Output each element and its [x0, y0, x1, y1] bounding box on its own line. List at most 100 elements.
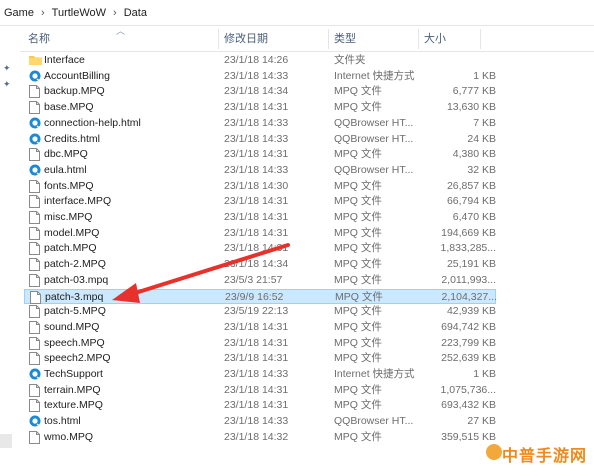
file-row[interactable]: connection-help.html 23/1/18 14:33 QQBrows…	[24, 116, 496, 131]
breadcrumb-item[interactable]: TurtleWoW	[52, 7, 106, 19]
file-modified-date: 23/1/18 14:31	[224, 101, 289, 114]
file-name: patch.MPQ	[44, 242, 97, 255]
file-icon	[29, 179, 41, 193]
file-modified-date: 23/1/18 14:31	[224, 226, 289, 239]
file-name: misc.MPQ	[44, 211, 93, 223]
column-type-header[interactable]: 类型	[334, 27, 356, 51]
file-name: speech2.MPQ	[44, 352, 111, 365]
column-name-header[interactable]: 名称	[28, 27, 50, 51]
file-name: connection-help.html	[44, 116, 141, 129]
file-size: 32 KB	[467, 163, 496, 176]
file-size: 13,630 KB	[446, 101, 496, 114]
file-name: TechSupport	[44, 368, 103, 380]
file-modified-date: 23/1/18 14:34	[224, 258, 289, 271]
column-divider[interactable]	[218, 29, 219, 49]
file-type: MPQ 文件	[334, 352, 382, 365]
file-size: 694,742 KB	[441, 320, 496, 333]
file-name: speech.MPQ	[44, 336, 105, 349]
file-type: MPQ 文件	[334, 336, 382, 349]
file-name: dbc.MPQ	[44, 148, 88, 161]
file-row[interactable]: patch-03.mpq 23/5/3 21:57 MPQ 文件 2,011,993.…	[24, 273, 496, 288]
file-icon	[29, 85, 41, 99]
breadcrumb-separator-icon[interactable]: ›	[41, 7, 45, 19]
browser-icon	[29, 117, 41, 130]
file-icon	[29, 242, 41, 256]
file-modified-date: 23/5/3 21:57	[224, 273, 283, 286]
file-size: 4,380 KB	[452, 148, 496, 161]
file-type: MPQ 文件	[334, 273, 382, 286]
internet-shortcut-icon	[29, 70, 41, 83]
file-row[interactable]: patch-2.MPQ 23/1/18 14:34 MPQ 文件 25,191 KB	[24, 257, 496, 272]
navigation-pane: ✦ ✦	[0, 27, 20, 476]
column-divider[interactable]	[418, 29, 419, 49]
file-row[interactable]: base.MPQ 23/1/18 14:31 MPQ 文件 13,630 KB	[24, 100, 496, 115]
file-row[interactable]: tos.html 23/1/18 14:33 QQBrowser HT... 27 K…	[24, 414, 496, 429]
file-row[interactable]: eula.html 23/1/18 14:33 QQBrowser HT... 32 …	[24, 163, 496, 178]
file-row[interactable]: wmo.MPQ 23/1/18 14:32 MPQ 文件 359,515 KB	[24, 430, 496, 445]
file-size: 6,470 KB	[452, 211, 496, 223]
column-date-header[interactable]: 修改日期	[224, 27, 268, 51]
file-modified-date: 23/1/18 14:31	[224, 242, 289, 255]
file-name: AccountBilling	[44, 69, 110, 82]
watermark-logo-icon	[486, 444, 502, 460]
breadcrumb-separator-icon[interactable]: ›	[113, 7, 117, 19]
file-name: patch-5.MPQ	[44, 305, 106, 318]
file-modified-date: 23/1/18 14:30	[224, 179, 289, 192]
file-row[interactable]: patch-5.MPQ 23/5/19 22:13 MPQ 文件 42,939 KB	[24, 304, 496, 319]
scrollbar-stub[interactable]	[0, 434, 12, 448]
file-row[interactable]: patch-3.mpq 23/9/9 16:52 MPQ 文件 2,104,327..…	[24, 288, 497, 304]
file-size: 27 KB	[467, 415, 496, 428]
file-icon	[29, 273, 41, 287]
file-row[interactable]: patch.MPQ 23/1/18 14:31 MPQ 文件 1,833,285...	[24, 241, 496, 256]
file-row[interactable]: texture.MPQ 23/1/18 14:31 MPQ 文件 693,432 KB	[24, 398, 496, 413]
file-modified-date: 23/1/18 14:31	[224, 399, 289, 412]
file-name: texture.MPQ	[44, 399, 103, 412]
file-type: QQBrowser HT...	[334, 163, 414, 176]
file-row[interactable]: speech.MPQ 23/1/18 14:31 MPQ 文件 223,799 KB	[24, 336, 496, 351]
file-name: patch-3.mpq	[45, 290, 104, 303]
file-row[interactable]: Credits.html 23/1/18 14:33 QQBrowser HT...…	[24, 132, 496, 147]
file-row[interactable]: Interface 23/1/18 14:26 文件夹	[24, 53, 496, 68]
file-row[interactable]: terrain.MPQ 23/1/18 14:31 MPQ 文件 1,075,736.…	[24, 383, 496, 398]
file-icon	[29, 399, 41, 413]
file-name: interface.MPQ	[44, 195, 112, 208]
file-modified-date: 23/9/9 16:52	[225, 290, 284, 303]
file-type: MPQ 文件	[334, 179, 382, 192]
file-row[interactable]: backup.MPQ 23/1/18 14:34 MPQ 文件 6,777 KB	[24, 84, 496, 99]
file-row[interactable]: dbc.MPQ 23/1/18 14:31 MPQ 文件 4,380 KB	[24, 147, 496, 162]
file-row[interactable]: model.MPQ 23/1/18 14:31 MPQ 文件 194,669 KB	[24, 226, 496, 241]
pin-icon[interactable]: ✦	[3, 79, 13, 89]
file-type: MPQ 文件	[334, 195, 382, 208]
file-modified-date: 23/1/18 14:33	[224, 163, 289, 176]
file-type: MPQ 文件	[334, 305, 382, 318]
file-type: MPQ 文件	[334, 430, 382, 443]
file-icon	[29, 336, 41, 350]
column-divider[interactable]	[328, 29, 329, 49]
file-size: 7 KB	[473, 116, 496, 129]
file-type: MPQ 文件	[334, 226, 382, 239]
file-row[interactable]: AccountBilling 23/1/18 14:33 Internet 快捷方式…	[24, 69, 496, 84]
file-modified-date: 23/1/18 14:31	[224, 211, 289, 223]
file-type: Internet 快捷方式	[334, 368, 415, 380]
file-size: 24 KB	[467, 132, 496, 145]
file-icon	[29, 101, 41, 115]
breadcrumb-item[interactable]: Data	[124, 7, 147, 19]
file-row[interactable]: fonts.MPQ 23/1/18 14:30 MPQ 文件 26,857 KB	[24, 179, 496, 194]
column-size-header[interactable]: 大小	[424, 27, 446, 51]
file-size: 1,833,285...	[440, 242, 496, 255]
file-row[interactable]: speech2.MPQ 23/1/18 14:31 MPQ 文件 252,639 KB	[24, 351, 496, 366]
file-row[interactable]: misc.MPQ 23/1/18 14:31 MPQ 文件 6,470 KB	[24, 210, 496, 225]
browser-icon	[29, 164, 41, 177]
column-divider[interactable]	[480, 29, 481, 49]
file-type: MPQ 文件	[334, 85, 382, 98]
file-row[interactable]: TechSupport 23/1/18 14:33 Internet 快捷方式 1 K…	[24, 367, 496, 382]
pin-icon[interactable]: ✦	[3, 63, 13, 73]
breadcrumb-item[interactable]: Game	[4, 7, 34, 19]
file-icon	[29, 305, 41, 319]
file-type: MPQ 文件	[334, 242, 382, 255]
file-size: 693,432 KB	[441, 399, 496, 412]
file-row[interactable]: interface.MPQ 23/1/18 14:31 MPQ 文件 66,794 K…	[24, 194, 496, 209]
file-modified-date: 23/1/18 14:33	[224, 132, 289, 145]
file-row[interactable]: sound.MPQ 23/1/18 14:31 MPQ 文件 694,742 KB	[24, 320, 496, 335]
file-icon	[29, 211, 41, 224]
